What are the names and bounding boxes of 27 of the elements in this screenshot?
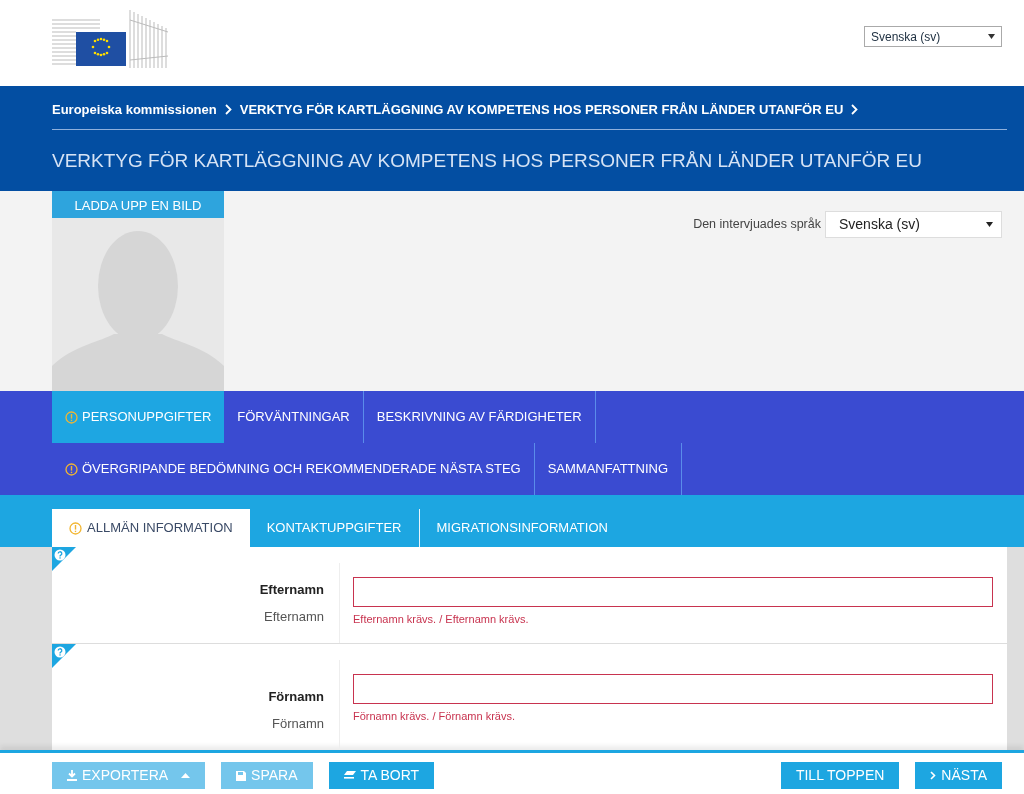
breadcrumb-link[interactable]: VERKTYG FÖR KARTLÄGGNING AV KOMPETENS HOS PERSONER FRÅN LÄNDER UTANFÖR EU [239,99,844,120]
caret-down-icon [988,34,995,39]
chevron-right-icon [930,771,937,780]
field-label: Efternamn [259,580,324,599]
field-sublabel: Förnamn [271,715,324,733]
caret-down-icon [986,222,993,227]
download-icon [67,770,77,781]
eraser-icon [343,771,356,780]
page-title: VERKTYG FÖR KARTLÄGGNING AV KOMPETENS HOS PERSONER FRÅN LÄNDER UTANFÖR EU [52,149,923,173]
field-label: Förnamn [268,687,324,706]
error-message: Efternamn krävs. / Efternamn krävs. [353,612,530,627]
text-field[interactable] [353,577,993,607]
help-icon [52,644,76,668]
help-icon [52,547,76,571]
text-field[interactable] [353,674,993,704]
sub-tab[interactable]: ALLMÄN INFORMATION [52,509,250,547]
chevron-right-icon [224,104,232,115]
breadcrumb-link[interactable]: Europeiska kommissionen [52,99,217,120]
language-select[interactable]: Svenska (sv) [864,26,1002,47]
field-sublabel: Efternamn [264,608,324,626]
section-tab[interactable]: FÖRVÄNTNINGAR [224,391,364,443]
caret-up-icon [181,773,191,778]
chevron-right-icon [851,104,859,115]
error-message: Förnamn krävs. / Förnamn krävs. [353,709,516,724]
interview-language-select[interactable]: Svenska (sv) [825,211,1002,238]
interview-language-label: Den intervjuades språk [693,216,821,234]
section-tab[interactable]: BESKRIVNING AV FÄRDIGHETER [363,391,596,443]
